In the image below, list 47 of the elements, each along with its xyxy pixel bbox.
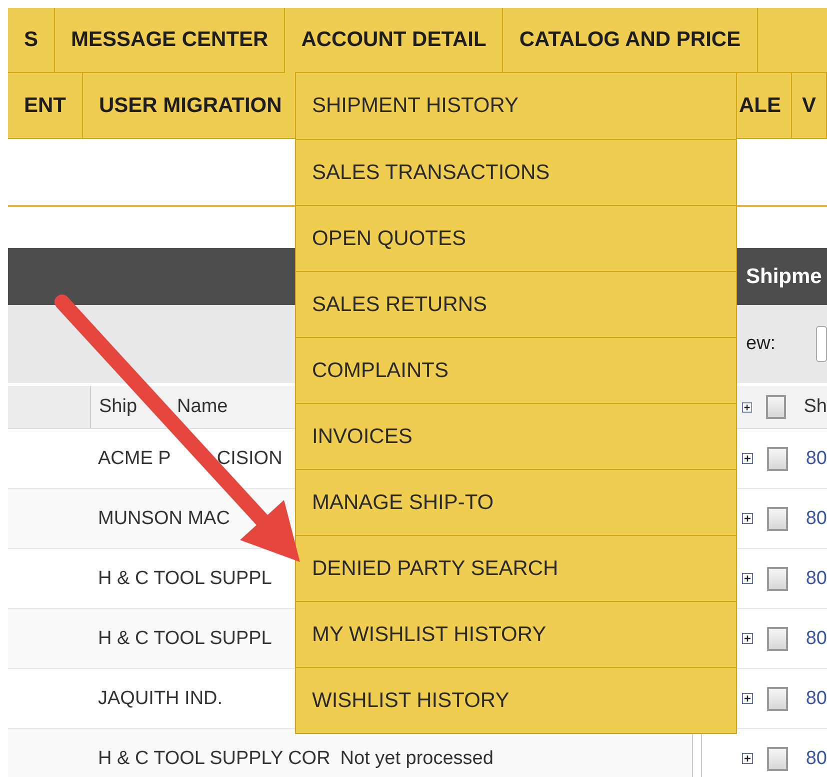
menu-item[interactable]: OPEN QUOTES [296,205,736,271]
checkbox[interactable] [766,626,788,650]
menu-item[interactable]: SALES RETURNS [296,271,736,337]
table-cell: Not yet processed [340,748,494,770]
menu-item[interactable]: MANAGE SHIP-TO [296,469,736,535]
checkbox[interactable] [766,506,788,530]
nav-tab[interactable]: MESSAGE CENTER [55,8,286,72]
shipment-link[interactable]: 80 [806,688,827,710]
checkbox[interactable] [766,446,788,470]
table-cell-text: JAQUITH IND. [98,688,224,710]
expand-icon[interactable] [742,692,753,705]
column-header[interactable]: Sh [804,396,827,418]
menu-item[interactable]: COMPLAINTS [296,337,736,403]
panel-title: Shipme [745,264,822,288]
nav-tab[interactable]: V [792,73,827,138]
checkbox[interactable] [766,395,786,419]
checkbox[interactable] [766,686,788,710]
table-cell-text: H & C TOOL SUPPL [98,628,273,650]
menu-item[interactable]: MY WISHLIST HISTORY [296,601,736,667]
expand-icon[interactable] [742,632,753,645]
expand-icon[interactable] [742,752,753,765]
checkbox[interactable] [766,566,788,590]
menu-item[interactable]: INVOICES [296,403,736,469]
shipment-link[interactable]: 80 [806,628,827,650]
table-cell-text: H & C TOOL SUPPL [98,568,273,590]
table-cell: H & C TOOL SUPPLY COR [98,748,330,770]
expand-icon[interactable] [742,400,752,414]
menu-item[interactable]: DENIED PARTY SEARCH [296,535,736,601]
menu-item[interactable]: SALES TRANSACTIONS [296,139,736,205]
shipment-link[interactable]: 80 [806,448,827,470]
table-cell: CISION [216,448,282,470]
column-header[interactable]: Ship [99,396,138,418]
expand-icon[interactable] [742,512,753,525]
checkbox[interactable] [766,746,788,770]
shipment-link[interactable]: 80 [806,568,827,590]
expand-icon[interactable] [742,572,753,585]
shipment-link[interactable]: 80 [806,508,827,530]
table-cell: ACME P [98,448,171,470]
nav-tab[interactable]: S [8,8,56,72]
nav-tab[interactable]: ENT [8,73,83,138]
column-header[interactable]: Name [177,396,228,418]
table-cell-text: MUNSON MAC [98,508,231,530]
view-field[interactable] [816,326,827,362]
expand-icon[interactable] [742,452,753,465]
menu-item[interactable]: WISHLIST HISTORY [296,667,736,733]
view-label: ew: [745,333,776,355]
shipment-link[interactable]: 80 [806,748,827,770]
